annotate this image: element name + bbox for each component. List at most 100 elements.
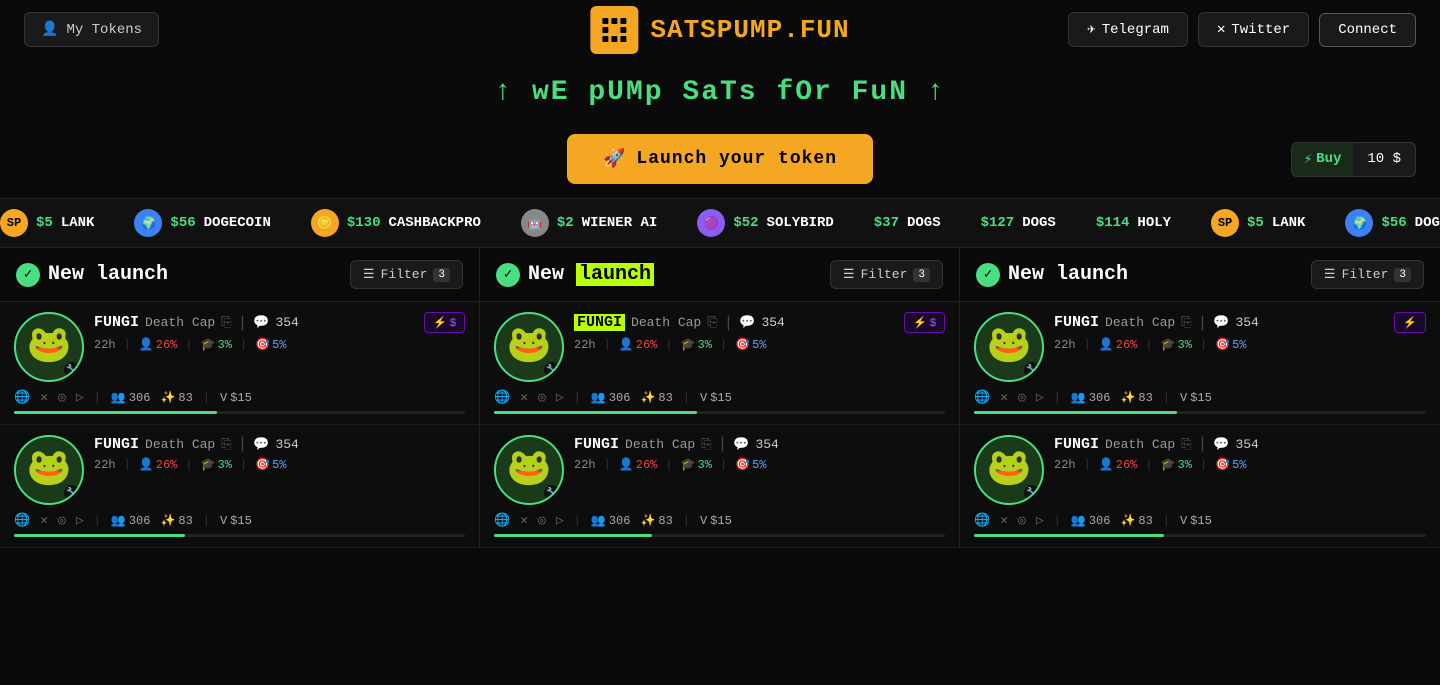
column-1: ✓ New launch ☰ Filter 3 🐸 🔧 FUNGI Death (0, 248, 480, 548)
sparkle-icon-2-2: ✨ (640, 513, 655, 528)
stat-age-1-1: 22h (94, 338, 116, 352)
discord-icon-1-1[interactable]: ◎ (58, 390, 66, 405)
twitter-icon-1-2[interactable]: ✕ (40, 513, 48, 528)
grad-icon-2-1: 🎓 (681, 337, 696, 352)
stat3-val-3-1: 5% (1232, 338, 1246, 352)
logo-icon (590, 6, 638, 54)
twitter-button[interactable]: ✕ Twitter (1198, 12, 1309, 47)
globe-icon-2-2[interactable]: 🌐 (494, 513, 510, 528)
discord-icon-3-1[interactable]: ◎ (1018, 390, 1026, 405)
holder-stat-1-2: 👥 306 (111, 513, 151, 528)
sparkle-count-1-1: 83 (178, 391, 192, 405)
discord-icon-1-2[interactable]: ◎ (58, 513, 66, 528)
launch-token-button[interactable]: 🚀 Launch your token (567, 134, 873, 184)
globe-icon-1-2[interactable]: 🌐 (14, 513, 30, 528)
share-icon-3-1[interactable]: ▷ (1036, 390, 1044, 405)
avatar-dot-3-1: 🔧 (1024, 362, 1040, 378)
volume-stat-2-2: V $15 (700, 514, 732, 528)
telegram-button[interactable]: ✈ Telegram (1068, 12, 1188, 47)
filter-badge-1: 3 (433, 268, 450, 282)
share-icon-1-1[interactable]: ▷ (76, 390, 84, 405)
copy-icon-2-1[interactable]: ⎘ (707, 315, 717, 330)
twitter-icon-2-2[interactable]: ✕ (520, 513, 528, 528)
filter-button-2[interactable]: ☰ Filter 3 (830, 260, 943, 289)
card-name-row-1-1: FUNGI Death Cap ⎘ | 💬 354 ⚡ $ (94, 312, 465, 333)
comment-count-2-1: 354 (761, 315, 784, 330)
filter-label-2: Filter (861, 267, 908, 282)
comment-count-1-2: 354 (275, 437, 298, 452)
progress-fill-3-2 (974, 534, 1164, 537)
twitter-icon-1-1[interactable]: ✕ (40, 390, 48, 405)
copy-icon-1-1[interactable]: ⎘ (221, 315, 231, 330)
comment-count-2-2: 354 (755, 437, 778, 452)
my-tokens-button[interactable]: 👤 My Tokens (24, 12, 159, 47)
progress-fill-3-1 (974, 411, 1177, 414)
connect-button[interactable]: Connect (1319, 13, 1416, 47)
discord-icon-3-2[interactable]: ◎ (1018, 513, 1026, 528)
person-icon-1-2: 👤 (139, 457, 154, 472)
twitter-icon-2-1[interactable]: ✕ (520, 390, 528, 405)
token-card-2-1: 🐸 🔧 FUNGI Death Cap ⎘ | 💬 354 ⚡ $ (480, 302, 959, 425)
holder-count-1-1: 306 (129, 391, 151, 405)
telegram-icon: ✈ (1087, 21, 1095, 38)
globe-icon-1-1[interactable]: 🌐 (14, 390, 30, 405)
ticker-icon-solybird: 🟣 (697, 209, 725, 237)
token-name-3-1: FUNGI (1054, 314, 1099, 331)
card-social-3-1: 🌐 ✕ ◎ ▷ | 👥 306 ✨ 83 | V $15 (974, 390, 1426, 405)
copy-icon-2-2[interactable]: ⎘ (701, 437, 711, 452)
filter-icon-1: ☰ (363, 267, 375, 282)
header-right: ✈ Telegram ✕ Twitter Connect (1068, 12, 1416, 47)
grad-icon-1-2: 🎓 (201, 457, 216, 472)
ticker-icon-cashbackpro: 🪙 (311, 209, 339, 237)
sparkle-icon-1-1: ✨ (160, 390, 175, 405)
header-left: 👤 My Tokens (24, 12, 159, 47)
ticker-item: 🌍 $56 DOGECOIN (1345, 209, 1440, 237)
globe-icon-3-1[interactable]: 🌐 (974, 390, 990, 405)
card-progress-2-1 (494, 411, 945, 414)
globe-icon-2-1[interactable]: 🌐 (494, 390, 510, 405)
boost-button-2-1[interactable]: ⚡ $ (904, 312, 945, 333)
stat-green-3-2: 🎓 3% (1161, 457, 1192, 472)
volume-stat-3-1: V $15 (1180, 391, 1212, 405)
discord-icon-2-1[interactable]: ◎ (538, 390, 546, 405)
share-icon-3-2[interactable]: ▷ (1036, 513, 1044, 528)
stat1-val-1-1: 26% (156, 338, 178, 352)
copy-icon-1-2[interactable]: ⎘ (221, 437, 231, 452)
stat2-val-1-1: 3% (218, 338, 232, 352)
sparkle-stat-3-2: ✨ 83 (1120, 513, 1152, 528)
twitter-icon-3-1[interactable]: ✕ (1000, 390, 1008, 405)
discord-icon-2-2[interactable]: ◎ (538, 513, 546, 528)
ticker-item: SP $5 LANK (1211, 209, 1305, 237)
holder-count-1-2: 306 (129, 514, 151, 528)
copy-icon-3-2[interactable]: ⎘ (1181, 437, 1191, 452)
target-icon-1-2: 🎯 (255, 457, 270, 472)
sparkle-stat-2-2: ✨ 83 (640, 513, 672, 528)
card-progress-2-2 (494, 534, 945, 537)
sparkle-icon-3-2: ✨ (1120, 513, 1135, 528)
launch-label: Launch your token (636, 149, 837, 169)
stat3-val-1-1: 5% (272, 338, 286, 352)
globe-icon-3-2[interactable]: 🌐 (974, 513, 990, 528)
boost-button-3-1[interactable]: ⚡ (1394, 312, 1426, 333)
progress-fill-1-1 (14, 411, 217, 414)
share-icon-2-1[interactable]: ▷ (556, 390, 564, 405)
sparkle-icon-1-2: ✨ (160, 513, 175, 528)
copy-icon-3-1[interactable]: ⎘ (1181, 315, 1191, 330)
ticker-item: $127 DOGS (981, 209, 1056, 237)
stat-red-1-1: 👤 26% (139, 337, 178, 352)
chat-icon-3-1: 💬 (1213, 315, 1229, 330)
token-desc-3-2: Death Cap (1105, 437, 1175, 452)
holder-icon-3-2: 👥 (1071, 513, 1086, 528)
filter-button-1[interactable]: ☰ Filter 3 (350, 260, 463, 289)
new-launch-check-1: ✓ (16, 263, 40, 287)
stat2-val-1-2: 3% (218, 458, 232, 472)
filter-button-3[interactable]: ☰ Filter 3 (1311, 260, 1424, 289)
boost-button-1-1[interactable]: ⚡ $ (424, 312, 465, 333)
lightning-boost-icon-1-1: ⚡ (433, 316, 447, 329)
share-icon-2-2[interactable]: ▷ (556, 513, 564, 528)
share-icon-1-2[interactable]: ▷ (76, 513, 84, 528)
twitter-icon-3-2[interactable]: ✕ (1000, 513, 1008, 528)
volume-val-2-2: $15 (710, 514, 732, 528)
token-name-2-1: FUNGI (574, 314, 625, 331)
token-card-1-1: 🐸 🔧 FUNGI Death Cap ⎘ | 💬 354 ⚡ $ (0, 302, 479, 425)
